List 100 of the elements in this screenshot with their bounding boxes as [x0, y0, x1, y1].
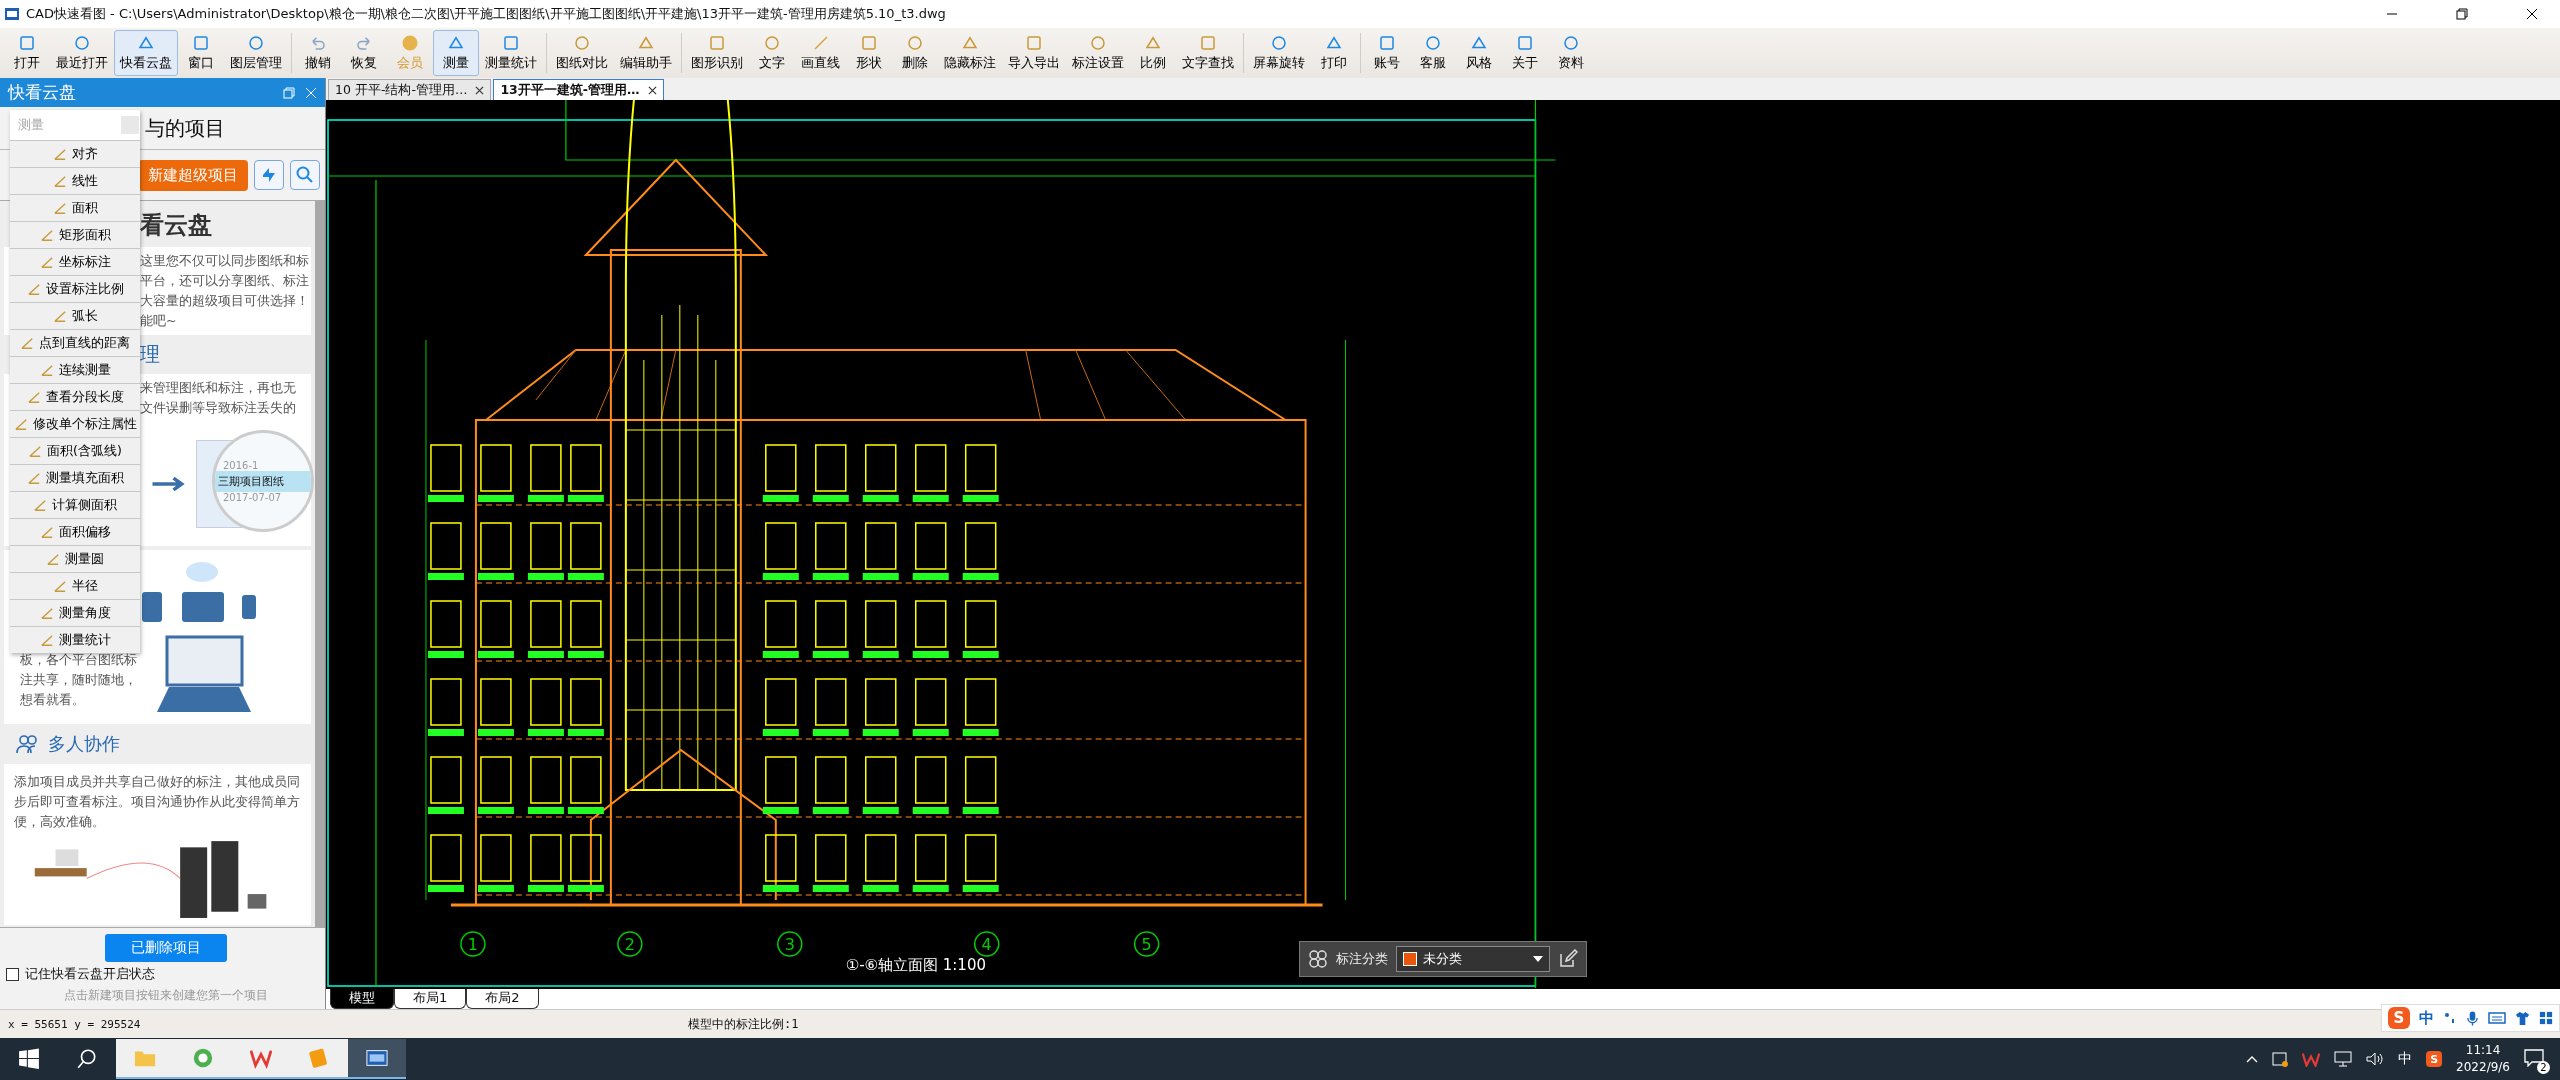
menu-title: 测量: [18, 116, 44, 134]
grid-icon[interactable]: [1308, 949, 1328, 969]
menu-item[interactable]: 线性: [10, 167, 140, 194]
menu-item[interactable]: 测量统计: [10, 626, 140, 653]
measure-tool-icon: [26, 281, 42, 297]
toolbar-button[interactable]: 文字: [749, 30, 795, 76]
menu-item[interactable]: 对齐: [10, 140, 140, 167]
menu-item[interactable]: 矩形面积: [10, 221, 140, 248]
wps-icon[interactable]: [2302, 1051, 2321, 1067]
deleted-projects-button[interactable]: 已删除项目: [104, 934, 227, 962]
menu-item[interactable]: 连续测量: [10, 356, 140, 383]
toolbar-button[interactable]: 打开: [4, 30, 50, 76]
toolbar-button[interactable]: 文字查找: [1176, 30, 1240, 76]
toolbar-button[interactable]: 资料: [1548, 30, 1594, 76]
clock[interactable]: 11:14 2022/9/6: [2456, 1042, 2510, 1076]
menu-item[interactable]: 修改单个标注属性: [10, 410, 140, 437]
edit-icon[interactable]: [1558, 949, 1578, 969]
toolbar-button[interactable]: 图形识别: [685, 30, 749, 76]
menu-item[interactable]: 点到直线的距离: [10, 329, 140, 356]
scrollbar[interactable]: [315, 201, 325, 927]
toolbar-button[interactable]: 画直线: [795, 30, 846, 76]
toolbar-button[interactable]: 快看云盘: [114, 30, 178, 76]
section-heading: 多人协作: [48, 732, 120, 756]
toolbar-button[interactable]: 关于: [1502, 30, 1548, 76]
intro-text: 大容量的超级项目可供选择！: [140, 292, 310, 310]
keyboard-icon[interactable]: [2488, 1012, 2506, 1024]
menu-item[interactable]: 设置标注比例: [10, 275, 140, 302]
menu-item[interactable]: 测量角度: [10, 599, 140, 626]
measure-tool-icon: [52, 308, 68, 324]
toolbar-button[interactable]: 账号: [1364, 30, 1410, 76]
toolbar-button[interactable]: 窗口: [178, 30, 224, 76]
measure-tool-icon: [26, 470, 42, 486]
toolbar-button[interactable]: 比例: [1130, 30, 1176, 76]
search-icon: [295, 165, 315, 185]
toolbar-button[interactable]: 隐藏标注: [938, 30, 1002, 76]
share-text: 板，各个平台图纸标: [20, 651, 137, 669]
toolbar-button[interactable]: 客服: [1410, 30, 1456, 76]
toolbar-button[interactable]: 图层管理: [224, 30, 288, 76]
hint-text: 点击新建项目按钮来创建您第一个项目: [63, 987, 268, 1004]
coordinates-readout: x = 55651 y = 295524: [7, 1017, 142, 1031]
drawing-title: ①-⑥轴立面图 1:100: [845, 956, 986, 974]
close-icon[interactable]: [475, 85, 485, 95]
measure-tool-icon: [46, 551, 61, 567]
toolbar-button[interactable]: 打印: [1311, 30, 1357, 76]
toolbar-button[interactable]: 导入导出: [1002, 30, 1066, 76]
checkbox[interactable]: [6, 968, 19, 981]
toolbar-button[interactable]: 删除: [892, 30, 938, 76]
category-dropdown[interactable]: 未分类: [1396, 946, 1550, 972]
document-tab[interactable]: 10 开平-结构-管理用…: [328, 79, 492, 100]
toolbar-button[interactable]: 标注设置: [1066, 30, 1130, 76]
toolbar-button[interactable]: 形状: [846, 30, 892, 76]
menu-item[interactable]: 坐标标注: [10, 248, 140, 275]
microphone-icon[interactable]: [2466, 1010, 2479, 1026]
panel-tab[interactable]: 与的项目: [145, 114, 225, 142]
toolbar-button[interactable]: 最近打开: [50, 30, 114, 76]
menu-item[interactable]: 半径: [10, 572, 140, 599]
toolbar-button[interactable]: 屏幕旋转: [1247, 30, 1311, 76]
menu-item[interactable]: 测量圆: [10, 545, 140, 572]
menu-item[interactable]: 测量填充面积: [10, 464, 140, 491]
layout-tab[interactable]: 模型: [330, 989, 394, 1009]
grid-icon[interactable]: [2539, 1011, 2553, 1025]
toolbar-button[interactable]: 编辑助手: [614, 30, 678, 76]
toolbar-button[interactable]: 撤销: [295, 30, 341, 76]
network-icon[interactable]: [2334, 1051, 2353, 1067]
restore-icon[interactable]: [2456, 8, 2468, 20]
section-heading: 理: [140, 341, 161, 368]
input-method-indicator[interactable]: 中: [2398, 1050, 2413, 1068]
magnifier-drawing: 2016-1 三期项目图纸 2017-07-07: [212, 430, 314, 532]
tray-app-icon[interactable]: [2272, 1051, 2289, 1067]
axis-marker: 1: [460, 931, 486, 957]
cad-app-icon[interactable]: [348, 1039, 406, 1079]
close-icon[interactable]: [2526, 8, 2538, 20]
measure-tool-icon: [52, 146, 68, 162]
punctuation-icon[interactable]: [2443, 1011, 2457, 1025]
refresh-button[interactable]: [254, 160, 284, 190]
toolbar-button[interactable]: 测量统计: [479, 30, 543, 76]
measure-tool-icon: [20, 335, 35, 351]
toolbar-button[interactable]: 风格: [1456, 30, 1502, 76]
menu-item[interactable]: 面积(含弧线): [10, 437, 140, 464]
intro-text: 平台，还可以分享图纸、标注: [140, 272, 310, 290]
toolbar-button[interactable]: 图纸对比: [550, 30, 614, 76]
menu-item[interactable]: 面积: [10, 194, 140, 221]
document-tab[interactable]: 13开平一建筑-管理用…: [493, 79, 664, 100]
search-button[interactable]: [290, 160, 320, 190]
toolbar-button[interactable]: 恢复: [341, 30, 387, 76]
shirt-icon[interactable]: [2515, 1010, 2530, 1026]
measure-tool-icon: [33, 497, 48, 513]
menu-item[interactable]: 计算侧面积: [10, 491, 140, 518]
menu-item[interactable]: 弧长: [10, 302, 140, 329]
close-icon[interactable]: [647, 85, 657, 95]
menu-item[interactable]: 面积偏移: [10, 518, 140, 545]
input-mode-toggle[interactable]: 中: [2419, 1008, 2434, 1028]
chevron-up-icon[interactable]: [2246, 1055, 2259, 1063]
collab-text: 添加项目成员并共享自己做好的标注，其他成员同步后即可查看标注。项目沟通协作从此变得简单方便，高效准确。: [14, 773, 301, 831]
measure-tool-icon: [52, 578, 68, 594]
menu-item[interactable]: 查看分段长度: [10, 383, 140, 410]
measure-tool-icon: [39, 632, 55, 648]
speaker-icon[interactable]: [2366, 1051, 2385, 1067]
toolbar-button[interactable]: 测量: [433, 30, 479, 76]
notification-count-badge: 2: [2537, 1060, 2550, 1074]
